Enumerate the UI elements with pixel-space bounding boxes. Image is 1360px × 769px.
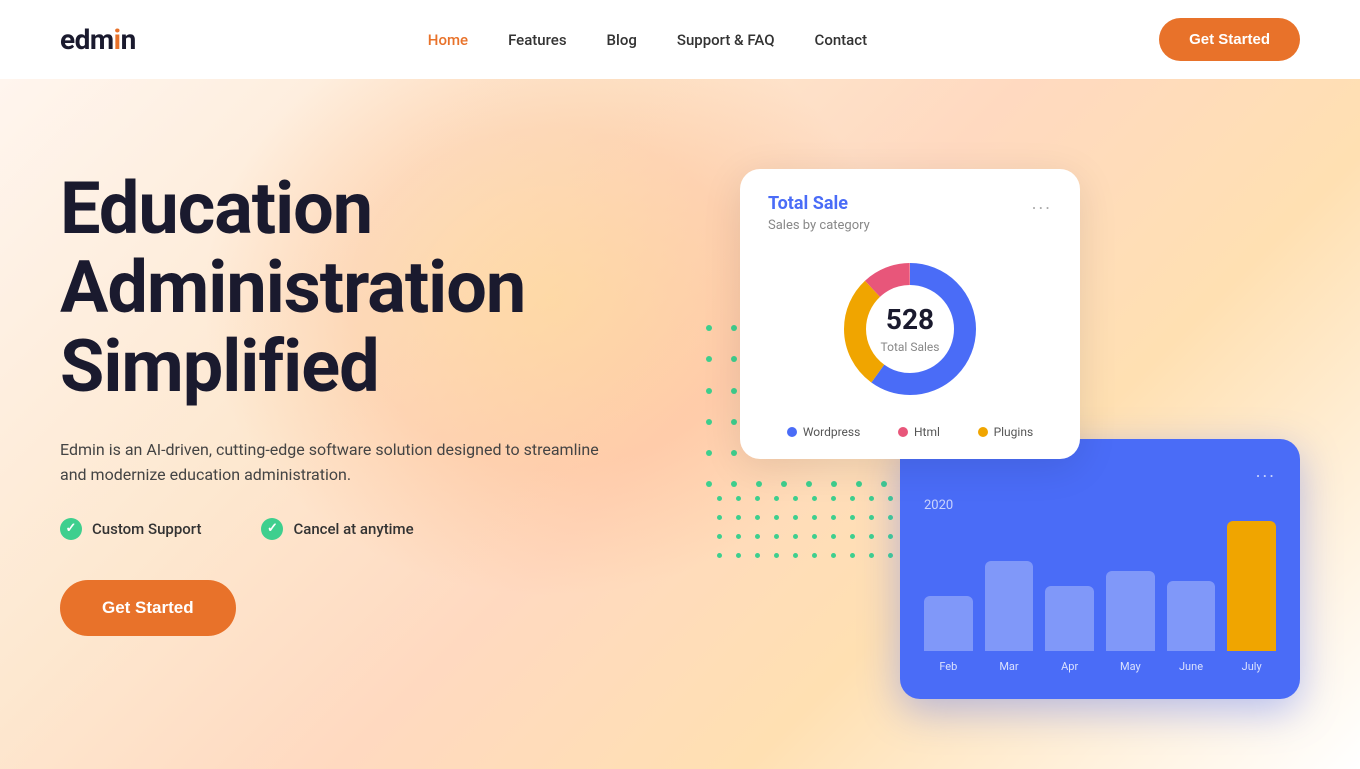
logo[interactable]: edmin (60, 23, 136, 56)
bar-chart: FebMarAprMayJuneJuly (924, 521, 1276, 681)
nav-contact[interactable]: Contact (815, 31, 868, 49)
legend-dot-plugins (978, 427, 988, 437)
donut-chart: 528 Total Sales (830, 249, 990, 409)
bar-month-label: June (1179, 660, 1203, 673)
bar-mar (985, 561, 1034, 651)
bar-group-mar: Mar (985, 521, 1034, 651)
legend-plugins-label: Plugins (994, 425, 1034, 439)
donut-center: 528 Total Sales (881, 303, 940, 355)
check-icon-1 (60, 518, 82, 540)
donut-legend: Wordpress Html Plugins (768, 425, 1052, 439)
bar-month-label: Apr (1061, 660, 1078, 673)
hero-features: Custom Support Cancel at anytime (60, 518, 740, 540)
donut-card-subtitle: Sales by category (768, 218, 1052, 233)
hero-section: Education Administration Simplified Edmi… (0, 79, 1360, 769)
donut-card-menu[interactable]: ... (1032, 193, 1052, 214)
nav-features[interactable]: Features (508, 31, 566, 49)
hero-get-started-button[interactable]: Get Started (60, 580, 236, 636)
bar-card-header: ... (924, 461, 1276, 482)
bar-feb (924, 596, 973, 651)
nav-get-started-button[interactable]: Get Started (1159, 18, 1300, 61)
logo-accent: i (114, 23, 121, 56)
feature-custom-support: Custom Support (60, 518, 201, 540)
bar-group-feb: Feb (924, 521, 973, 651)
bar-month-label: Feb (939, 660, 957, 673)
feature-cancel: Cancel at anytime (261, 518, 413, 540)
nav-support[interactable]: Support & FAQ (677, 31, 775, 49)
bar-july (1227, 521, 1276, 651)
nav-links: Home Features Blog Support & FAQ Contact (428, 30, 867, 49)
hero-title: Education Administration Simplified (60, 169, 740, 407)
feature-cancel-label: Cancel at anytime (293, 520, 413, 538)
bar-month-label: July (1242, 660, 1262, 673)
dashboard-area: Total Sale ... Sales by category 528 Tot… (680, 139, 1360, 769)
bar-group-apr: Apr (1045, 521, 1094, 651)
navigation: edmin Home Features Blog Support & FAQ C… (0, 0, 1360, 79)
nav-blog[interactable]: Blog (607, 31, 637, 49)
bar-june (1167, 581, 1216, 651)
donut-card: Total Sale ... Sales by category 528 Tot… (740, 169, 1080, 459)
legend-plugins: Plugins (978, 425, 1034, 439)
bar-apr (1045, 586, 1094, 651)
bar-group-may: May (1106, 521, 1155, 651)
bar-month-label: May (1120, 660, 1141, 673)
legend-html-label: Html (914, 425, 940, 439)
legend-dot-html (898, 427, 908, 437)
hero-content: Education Administration Simplified Edmi… (60, 169, 740, 636)
bar-card-year: 2020 (924, 498, 1276, 513)
bar-group-july: July (1227, 521, 1276, 651)
feature-custom-support-label: Custom Support (92, 520, 201, 538)
legend-wordpress: Wordpress (787, 425, 860, 439)
hero-description: Edmin is an AI-driven, cutting-edge soft… (60, 437, 620, 488)
legend-wordpress-label: Wordpress (803, 425, 860, 439)
dot-grid-bottom (710, 489, 900, 565)
bar-card-menu[interactable]: ... (1256, 461, 1276, 482)
bar-month-label: Mar (999, 660, 1018, 673)
bar-group-june: June (1167, 521, 1216, 651)
bar-may (1106, 571, 1155, 651)
nav-home[interactable]: Home (428, 31, 468, 49)
bar-card: ... 2020 FebMarAprMayJuneJuly (900, 439, 1300, 699)
donut-card-header: Total Sale ... (768, 193, 1052, 214)
legend-dot-wordpress (787, 427, 797, 437)
donut-label: Total Sales (881, 340, 940, 354)
donut-card-title: Total Sale (768, 193, 848, 214)
legend-html: Html (898, 425, 940, 439)
donut-total: 528 (881, 303, 940, 336)
check-icon-2 (261, 518, 283, 540)
